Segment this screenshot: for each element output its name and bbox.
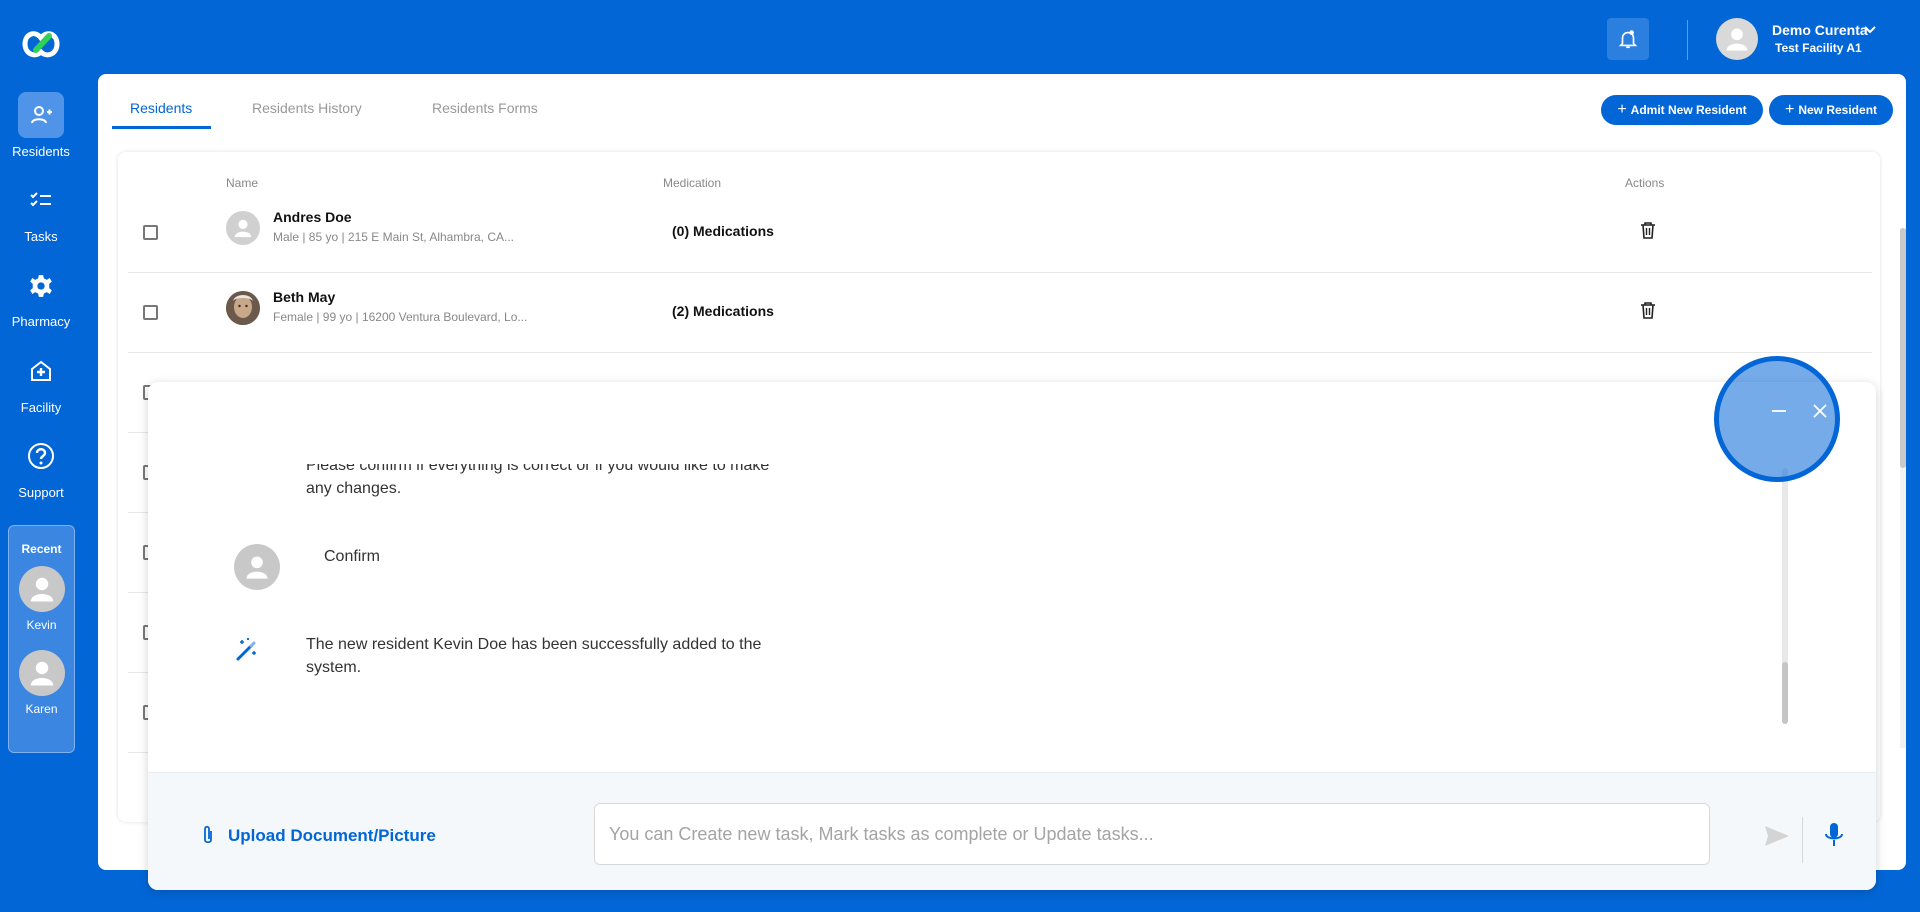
gear-icon	[18, 262, 64, 308]
sidebar-item-support[interactable]: Support	[0, 433, 82, 500]
avatar	[18, 566, 65, 612]
chat-scrollbar-track[interactable]	[1782, 468, 1788, 668]
sidebar-item-residents[interactable]: Residents	[0, 92, 82, 159]
plus-icon: +	[1617, 101, 1627, 118]
user-message: Confirm	[324, 548, 381, 565]
sidebar: Residents Tasks Pharmacy Facility Suppor…	[0, 0, 82, 912]
recent-item-label: Kevin	[26, 618, 57, 632]
chat-input[interactable]	[594, 803, 1710, 865]
sidebar-item-pharmacy[interactable]: Pharmacy	[0, 262, 82, 329]
resident-name[interactable]: Andres Doe	[273, 209, 352, 225]
resident-details: Male | 85 yo | 215 E Main St, Alhambra, …	[273, 230, 515, 244]
assistant-chat-panel: Please confirm if everything is correct …	[148, 382, 1876, 890]
page-scrollbar-thumb[interactable]	[1900, 228, 1906, 468]
recent-item-kevin[interactable]: Kevin	[9, 566, 74, 632]
column-header-medication[interactable]: Medication	[663, 176, 721, 190]
magic-wand-icon	[234, 636, 260, 667]
sidebar-item-label: Pharmacy	[11, 314, 71, 329]
sidebar-item-label: Tasks	[24, 229, 58, 244]
table-row[interactable]: Andres Doe Male | 85 yo | 215 E Main St,…	[128, 193, 1872, 273]
resident-name[interactable]: Beth May	[273, 289, 335, 305]
user-avatar[interactable]	[1716, 18, 1758, 60]
user-name[interactable]: Demo Curenta	[1772, 22, 1868, 38]
upload-document-button[interactable]: Upload Document/Picture	[198, 825, 436, 847]
sidebar-item-facility[interactable]: Facility	[0, 348, 82, 415]
resident-medications[interactable]: (2) Medications	[672, 303, 774, 319]
close-icon[interactable]	[1812, 403, 1828, 424]
row-checkbox[interactable]	[143, 225, 158, 240]
sidebar-item-label: Support	[18, 485, 64, 500]
tab-residents[interactable]: Residents	[130, 100, 192, 116]
chat-scrollbar-thumb[interactable]	[1782, 662, 1788, 724]
user-facility: Test Facility A1	[1775, 41, 1862, 55]
plus-icon: +	[1784, 101, 1795, 118]
chat-composer: Upload Document/Picture	[148, 772, 1876, 890]
minimize-icon[interactable]	[1768, 400, 1790, 427]
chevron-down-icon[interactable]	[1863, 23, 1877, 42]
avatar	[18, 650, 65, 696]
column-header-actions: Actions	[1625, 176, 1665, 190]
tab-residents-history[interactable]: Residents History	[252, 100, 362, 116]
avatar	[226, 211, 260, 245]
tasks-icon	[18, 177, 64, 223]
recent-item-karen[interactable]: Karen	[9, 650, 74, 716]
recent-panel: Recent Kevin Karen	[8, 525, 75, 753]
resident-details: Female | 99 yo | 16200 Ventura Boulevard…	[273, 310, 528, 324]
help-icon	[18, 433, 64, 479]
trash-icon[interactable]	[1640, 301, 1656, 324]
residents-icon	[18, 92, 64, 138]
new-resident-button[interactable]: + New Resident	[1769, 95, 1893, 125]
avatar	[226, 291, 260, 325]
tab-residents-forms[interactable]: Residents Forms	[432, 100, 538, 116]
resident-medications[interactable]: (0) Medications	[672, 223, 774, 239]
facility-icon	[18, 348, 64, 394]
notification-button[interactable]	[1607, 18, 1649, 60]
sidebar-item-label: Residents	[12, 144, 70, 159]
sidebar-item-tasks[interactable]: Tasks	[0, 177, 82, 244]
composer-divider	[1802, 817, 1803, 863]
table-row[interactable]: Beth May Female | 99 yo | 16200 Ventura …	[128, 273, 1872, 353]
recent-title: Recent	[21, 542, 62, 556]
header-divider	[1687, 20, 1688, 60]
avatar	[234, 544, 280, 590]
sidebar-item-label: Facility	[20, 400, 62, 415]
assistant-message: The new resident Kevin Doe has been succ…	[306, 636, 762, 676]
row-checkbox[interactable]	[143, 305, 158, 320]
column-header-name[interactable]: Name	[226, 176, 258, 190]
assistant-message: Please confirm if everything is correct …	[306, 457, 770, 497]
paperclip-icon	[204, 825, 212, 844]
admit-new-resident-button[interactable]: + Admit New Resident	[1601, 95, 1763, 125]
bell-icon	[1618, 30, 1638, 49]
trash-icon[interactable]	[1640, 221, 1656, 244]
tab-underline	[112, 126, 211, 129]
curenta-logo-icon[interactable]	[19, 26, 63, 62]
send-icon[interactable]	[1764, 825, 1790, 852]
microphone-icon[interactable]	[1824, 821, 1844, 854]
recent-item-label: Karen	[25, 702, 58, 716]
